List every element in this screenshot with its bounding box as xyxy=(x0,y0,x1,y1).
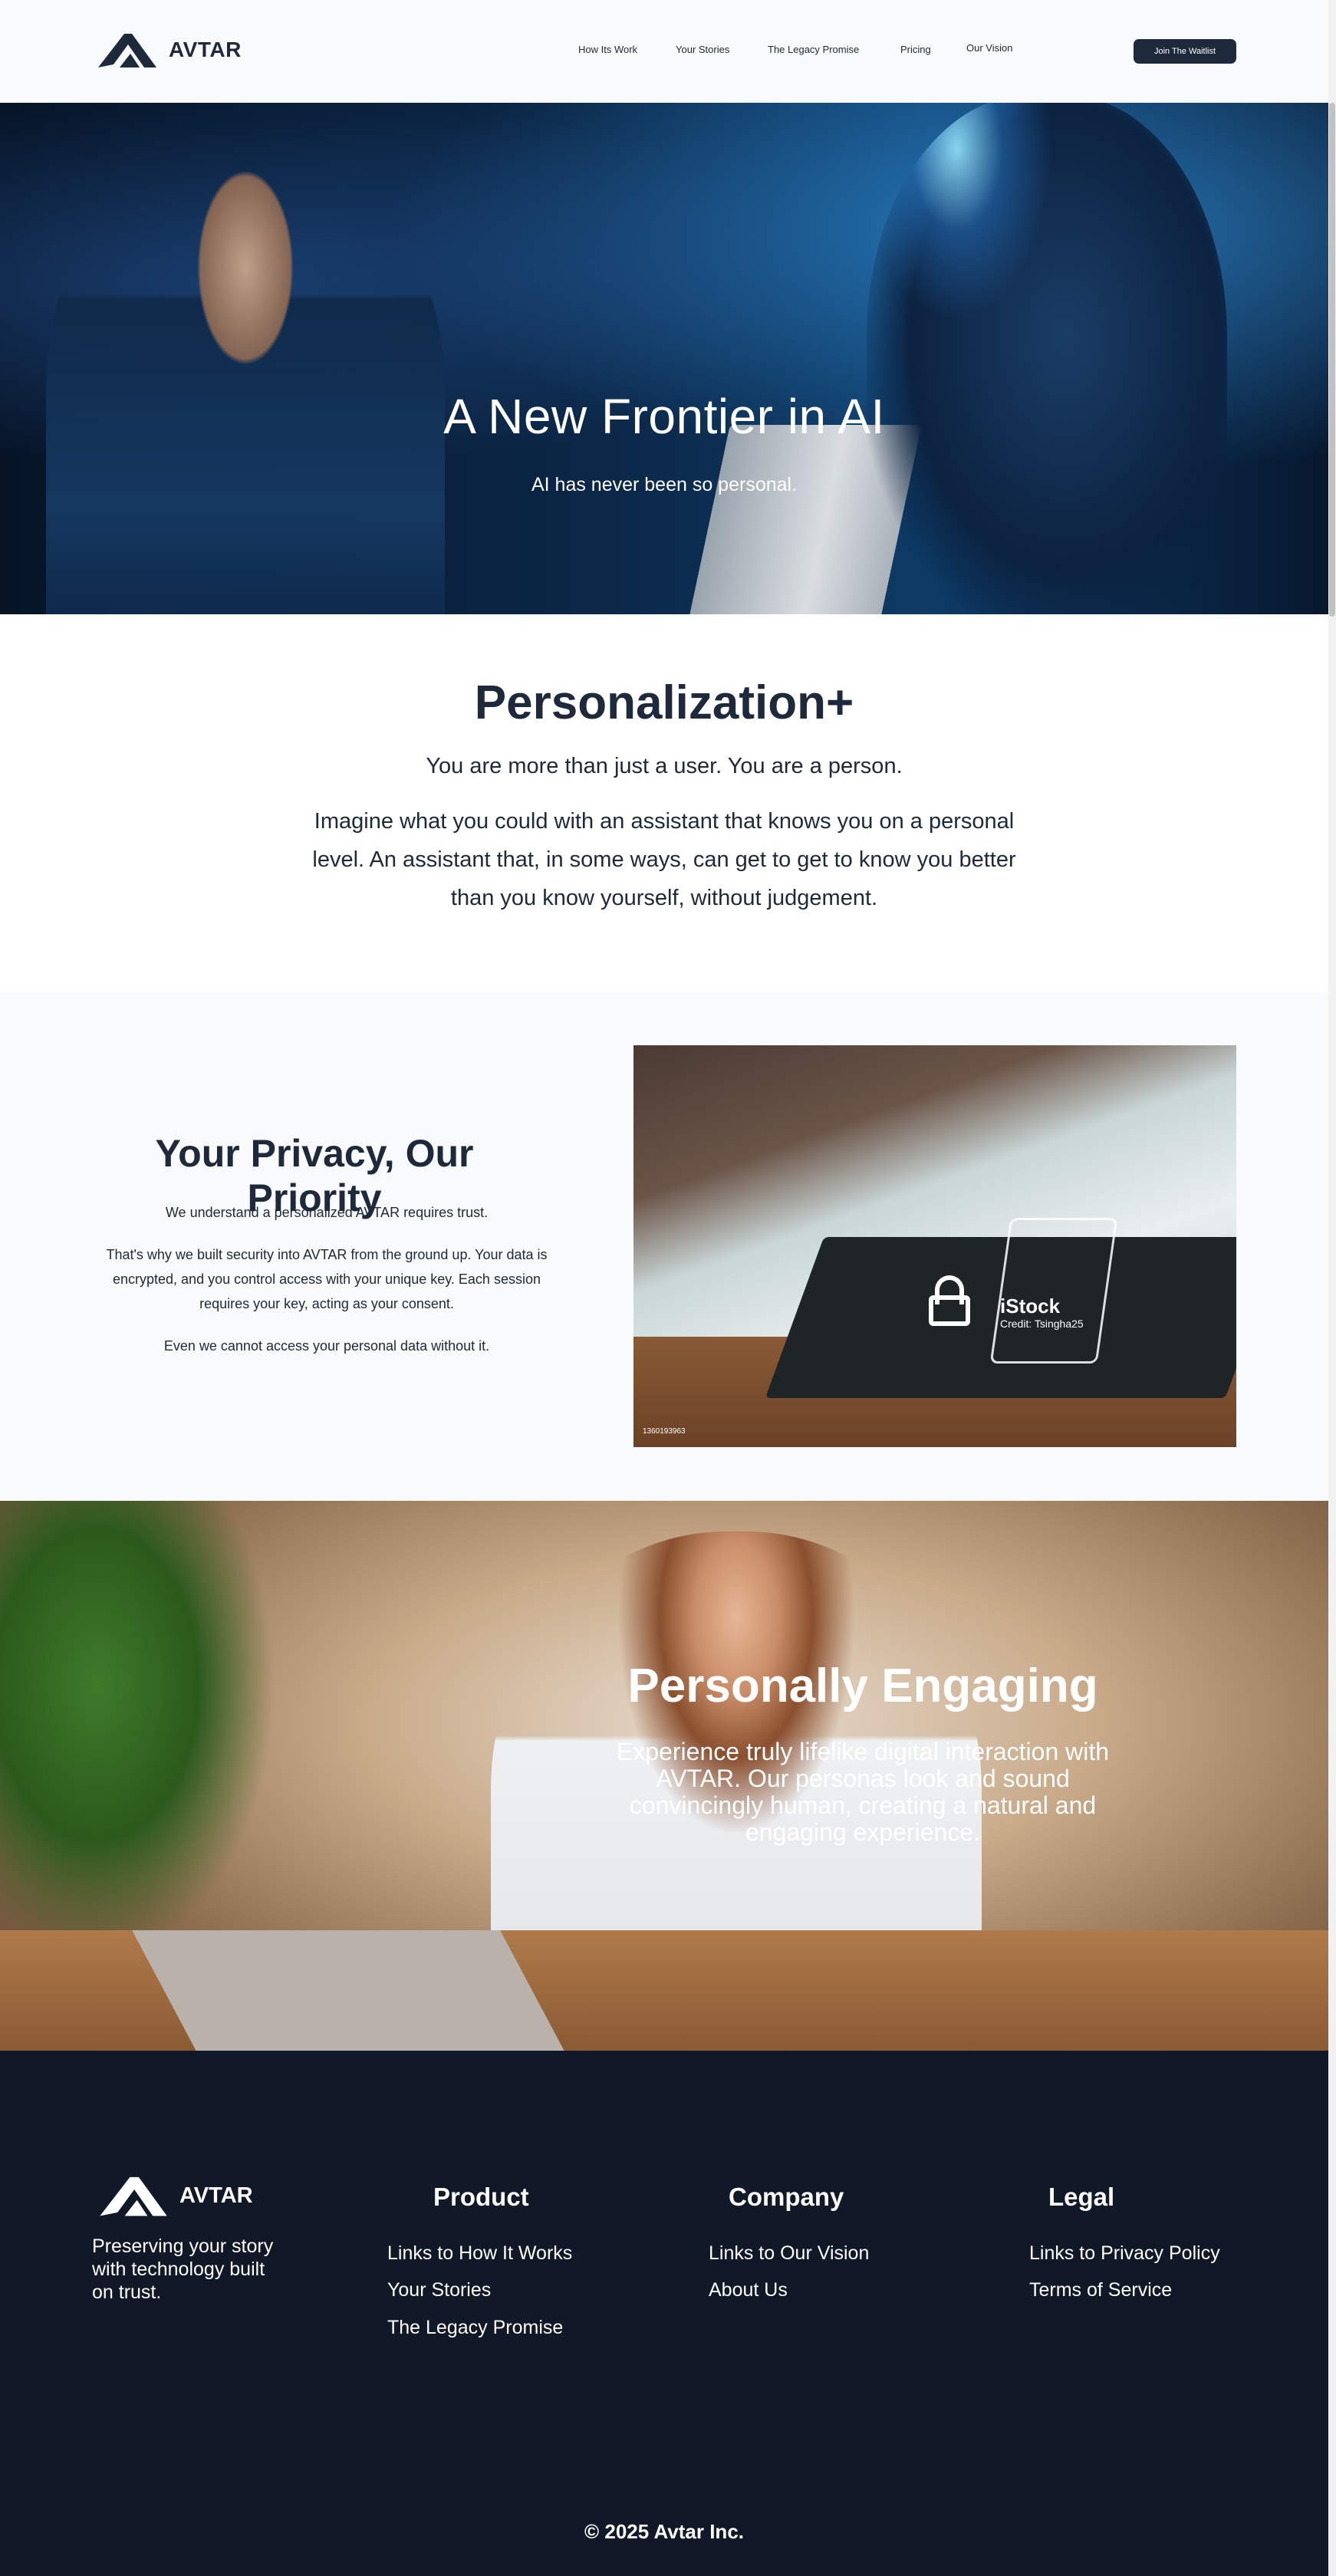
personalization-body: Imagine what you could with an assistant… xyxy=(312,809,1016,910)
privacy-section: Your Privacy, Our Priority We understand… xyxy=(0,992,1328,1501)
privacy-paragraph: Even we cannot access your personal data… xyxy=(163,1338,490,1354)
footer-link-our-vision[interactable]: Links to Our Vision xyxy=(709,2242,869,2265)
laptop-image xyxy=(132,1930,574,2051)
footer-link-about-us[interactable]: About Us xyxy=(709,2279,788,2301)
footer-logo[interactable]: AVTAR xyxy=(98,2170,253,2221)
hero-man-image xyxy=(46,133,445,614)
avtar-logo-icon xyxy=(98,34,156,67)
avtar-logo-icon xyxy=(100,2176,167,2216)
footer-product-heading: Product xyxy=(433,2183,529,2211)
privacy-paragraph: That's why we built security into AVTAR … xyxy=(106,1247,548,1311)
nav-legacy-promise[interactable]: The Legacy Promise xyxy=(768,44,859,55)
nav-our-vision[interactable]: Our Vision xyxy=(966,42,1012,54)
nav-how-it-works[interactable]: How Its Work xyxy=(578,44,637,55)
hero-title: A New Frontier in AI xyxy=(443,389,885,444)
footer-link-your-stories[interactable]: Your Stories xyxy=(387,2279,491,2301)
footer-link-legacy-promise[interactable]: The Legacy Promise xyxy=(387,2317,563,2339)
personalization-subtitle: You are more than just a user. You are a… xyxy=(426,754,903,778)
footer-company-heading: Company xyxy=(729,2183,844,2211)
footer-link-privacy-policy[interactable]: Links to Privacy Policy xyxy=(1029,2242,1220,2265)
brand-logo[interactable]: AVTAR xyxy=(97,31,242,69)
nav-pricing[interactable]: Pricing xyxy=(900,44,931,55)
copyright: © 2025 Avtar Inc. xyxy=(584,2520,744,2543)
brand-name: AVTAR xyxy=(169,38,242,61)
istock-watermark: iStock xyxy=(1000,1295,1061,1318)
footer-legal-heading: Legal xyxy=(1048,2183,1115,2211)
engaging-body: Experience truly lifelike digital intera… xyxy=(616,1738,1110,1846)
hero-section: A New Frontier in AI AI has never been s… xyxy=(0,103,1328,614)
image-id: 1360193963 xyxy=(643,1427,686,1436)
join-waitlist-button[interactable]: Join The Waitlist xyxy=(1134,39,1236,64)
personalization-section: Personalization+ You are more than just … xyxy=(0,614,1328,992)
footer-link-terms[interactable]: Terms of Service xyxy=(1029,2279,1172,2301)
site-footer: AVTAR Preserving your story with technol… xyxy=(0,2051,1328,2576)
hero-robot-image xyxy=(867,103,1227,614)
nav-your-stories[interactable]: Your Stories xyxy=(676,44,729,55)
plant-image xyxy=(0,1501,276,1961)
engaging-title: Personally Engaging xyxy=(627,1660,1098,1712)
footer-link-how-it-works[interactable]: Links to How It Works xyxy=(387,2242,572,2265)
engaging-section: Personally Engaging Experience truly lif… xyxy=(0,1501,1328,2051)
privacy-paragraph: We understand a personalized AVTAR requi… xyxy=(165,1205,489,1220)
top-nav: AVTAR How Its Work Your Stories The Lega… xyxy=(0,0,1328,103)
image-credit: Credit: Tsingha25 xyxy=(1000,1318,1084,1330)
footer-brand-name: AVTAR xyxy=(179,2183,253,2208)
privacy-security-image: iStock Credit: Tsingha25 1360193963 xyxy=(633,1045,1236,1447)
scrollbar-thumb[interactable] xyxy=(1329,103,1335,617)
footer-tagline: Preserving your story with technology bu… xyxy=(92,2235,274,2303)
personalization-title: Personalization+ xyxy=(474,676,854,729)
login-panel-graphic xyxy=(989,1218,1118,1364)
lock-icon xyxy=(929,1275,970,1326)
hero-subtitle: AI has never been so personal. xyxy=(531,474,798,495)
